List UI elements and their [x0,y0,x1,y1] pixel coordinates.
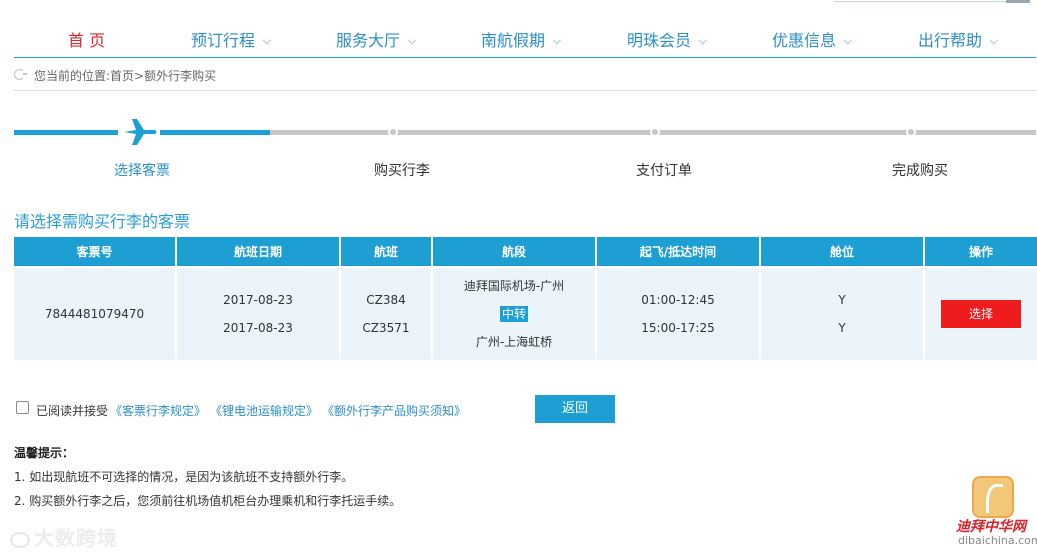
column-header-segment: 航段 [433,237,597,266]
step-progress: 选择客票 购买行李 支付订单 完成购买 [14,118,1036,179]
step-label-pay-order: 支付订单 [636,163,692,179]
link-lithium-battery-rules[interactable]: 《锂电池运输规定》 [210,402,318,419]
nav-item-booking[interactable]: 预订行程 [191,28,272,56]
sail-logo-icon [972,476,1014,518]
select-button[interactable]: 选择 [941,300,1021,328]
transfer-tag: 中转 [499,306,528,322]
cabin-class: Y [838,293,846,307]
chevron-down-icon [698,35,708,45]
chevron-down-icon [552,35,562,45]
nav-item-holiday[interactable]: 南航假期 [481,28,562,56]
nav-item-label: 南航假期 [481,31,546,50]
flight-number: CZ384 [366,293,406,307]
flight-time: 01:00-12:45 [641,293,715,307]
watermark-right-cn: 迪拜中华网 [956,519,1026,535]
column-header-flight-date: 航班日期 [177,237,341,266]
breadcrumb: 您当前的位置:首页>额外行李购买 [14,67,1036,91]
column-header-flight: 航班 [341,237,433,266]
back-button[interactable]: 返回 [535,395,615,423]
cabin-class: Y [838,321,846,335]
nav-item-label: 服务大厅 [336,31,401,50]
ticket-table: 客票号 航班日期 航班 航段 起飞/抵达时间 舱位 操作 78444810794… [14,237,1037,360]
cell-flights: CZ384 CZ3571 [341,266,433,360]
column-header-ticket-no: 客票号 [14,237,177,266]
weibo-icon [10,531,30,548]
step-label-complete: 完成购买 [892,163,948,179]
tip-item: 2. 购买额外行李之后，您须前往机场值机柜台办理乘机和行李托运手续。 [14,494,402,508]
nav-item-label: 明珠会员 [627,31,692,50]
link-ticket-baggage-rules[interactable]: 《客票行李规定》 [110,402,206,419]
nav-item-home[interactable]: 首 页 [68,28,105,56]
cell-ticket-no: 7844481079470 [14,266,177,360]
nav-item-member[interactable]: 明珠会员 [627,28,708,56]
search-box[interactable] [834,0,1006,2]
chevron-down-icon [262,35,272,45]
step-dot-baggage [388,127,398,137]
tips-title: 温馨提示： [14,446,75,460]
progress-bar-current [160,130,270,135]
cell-action: 选择 [925,266,1037,360]
chevron-down-icon [407,35,417,45]
cell-flight-dates: 2017-08-23 2017-08-23 [177,266,341,360]
nav-item-label: 出行帮助 [918,31,983,50]
nav-item-service[interactable]: 服务大厅 [336,28,417,56]
nav-item-label: 预订行程 [191,31,256,50]
nav-item-offers[interactable]: 优惠信息 [772,28,853,56]
flight-date: 2017-08-23 [223,293,293,307]
tip-item: 1. 如出现航班不可选择的情况，是因为该航班不支持额外行李。 [14,470,354,484]
segment: 广州-上海虹桥 [475,335,553,349]
chevron-down-icon [843,35,853,45]
table-row: 7844481079470 2017-08-23 2017-08-23 CZ38… [14,266,1037,360]
watermark-right-en: dibaichina.com [958,534,1037,547]
agree-checkbox[interactable] [16,401,29,414]
search-button[interactable] [1006,0,1030,3]
nav-item-label: 优惠信息 [772,31,837,50]
cell-times: 01:00-12:45 15:00-17:25 [597,266,761,360]
breadcrumb-text: 您当前的位置:首页>额外行李购买 [34,69,217,83]
cell-cabins: Y Y [761,266,925,360]
step-dot-payment [650,127,660,137]
main-nav: 首 页 预订行程 服务大厅 南航假期 明珠会员 优惠信息 出行帮助 [14,28,1036,58]
flight-date: 2017-08-23 [223,321,293,335]
segment: 迪拜国际机场-广州 [463,279,565,293]
nav-item-label: 首 页 [68,31,106,50]
column-header-action: 操作 [925,237,1037,266]
location-icon [14,69,27,80]
chevron-down-icon [989,35,999,45]
watermark-left: 大数跨境 [10,522,118,551]
step-dot-complete [906,127,916,137]
nav-item-help[interactable]: 出行帮助 [918,28,999,56]
section-title: 请选择需购买行李的客票 [14,212,191,231]
flight-time: 15:00-17:25 [641,321,715,335]
flight-number: CZ3571 [362,321,410,335]
step-label-select-ticket: 选择客票 [114,163,170,179]
step-label-buy-baggage: 购买行李 [374,163,430,179]
cell-segments: 迪拜国际机场-广州 中转 广州-上海虹桥 [433,266,597,360]
table-header-row: 客票号 航班日期 航班 航段 起飞/抵达时间 舱位 操作 [14,237,1037,266]
column-header-time: 起飞/抵达时间 [597,237,761,266]
column-header-cabin: 舱位 [761,237,925,266]
agree-label: 已阅读并接受 [36,404,109,418]
airplane-icon [124,119,157,145]
progress-bar-done [14,130,118,135]
link-extra-baggage-notice[interactable]: 《额外行李产品购买须知》 [322,402,466,419]
